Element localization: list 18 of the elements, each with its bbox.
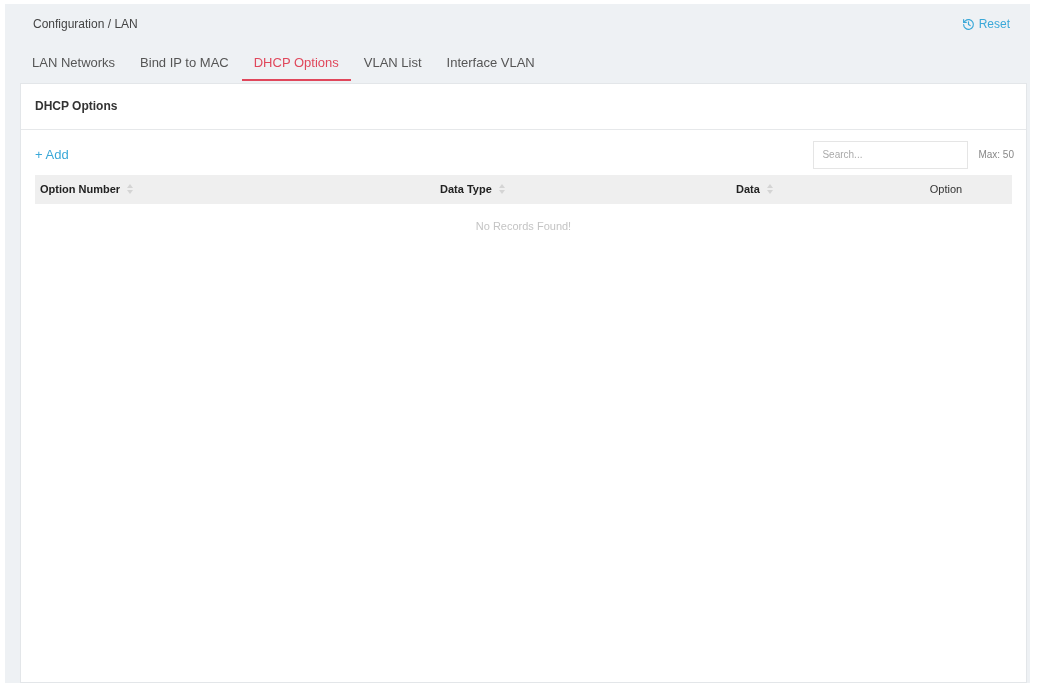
tab[interactable]: VLAN List — [363, 53, 422, 81]
column-header: Option Number — [40, 181, 121, 197]
sort-icon[interactable] — [766, 184, 773, 194]
sort-icon[interactable] — [498, 184, 505, 194]
search-field[interactable]: Search... — [813, 140, 969, 169]
tab[interactable]: LAN Networks — [32, 53, 116, 81]
history-icon — [961, 17, 975, 31]
tab[interactable]: DHCP Options — [241, 53, 351, 81]
card-title: DHCP Options — [35, 98, 118, 115]
column-header: Data — [736, 181, 760, 197]
max-count-label: Max: 50 — [978, 148, 1014, 162]
sort-icon[interactable] — [127, 184, 134, 194]
empty-message: No Records Found! — [475, 218, 572, 234]
tab[interactable]: Bind IP to MAC — [140, 53, 229, 81]
breadcrumb: Configuration / LAN — [33, 16, 138, 33]
column-header: Data Type — [440, 181, 492, 197]
column-header: Option — [929, 181, 963, 197]
tab[interactable]: Interface VLAN — [446, 53, 535, 81]
